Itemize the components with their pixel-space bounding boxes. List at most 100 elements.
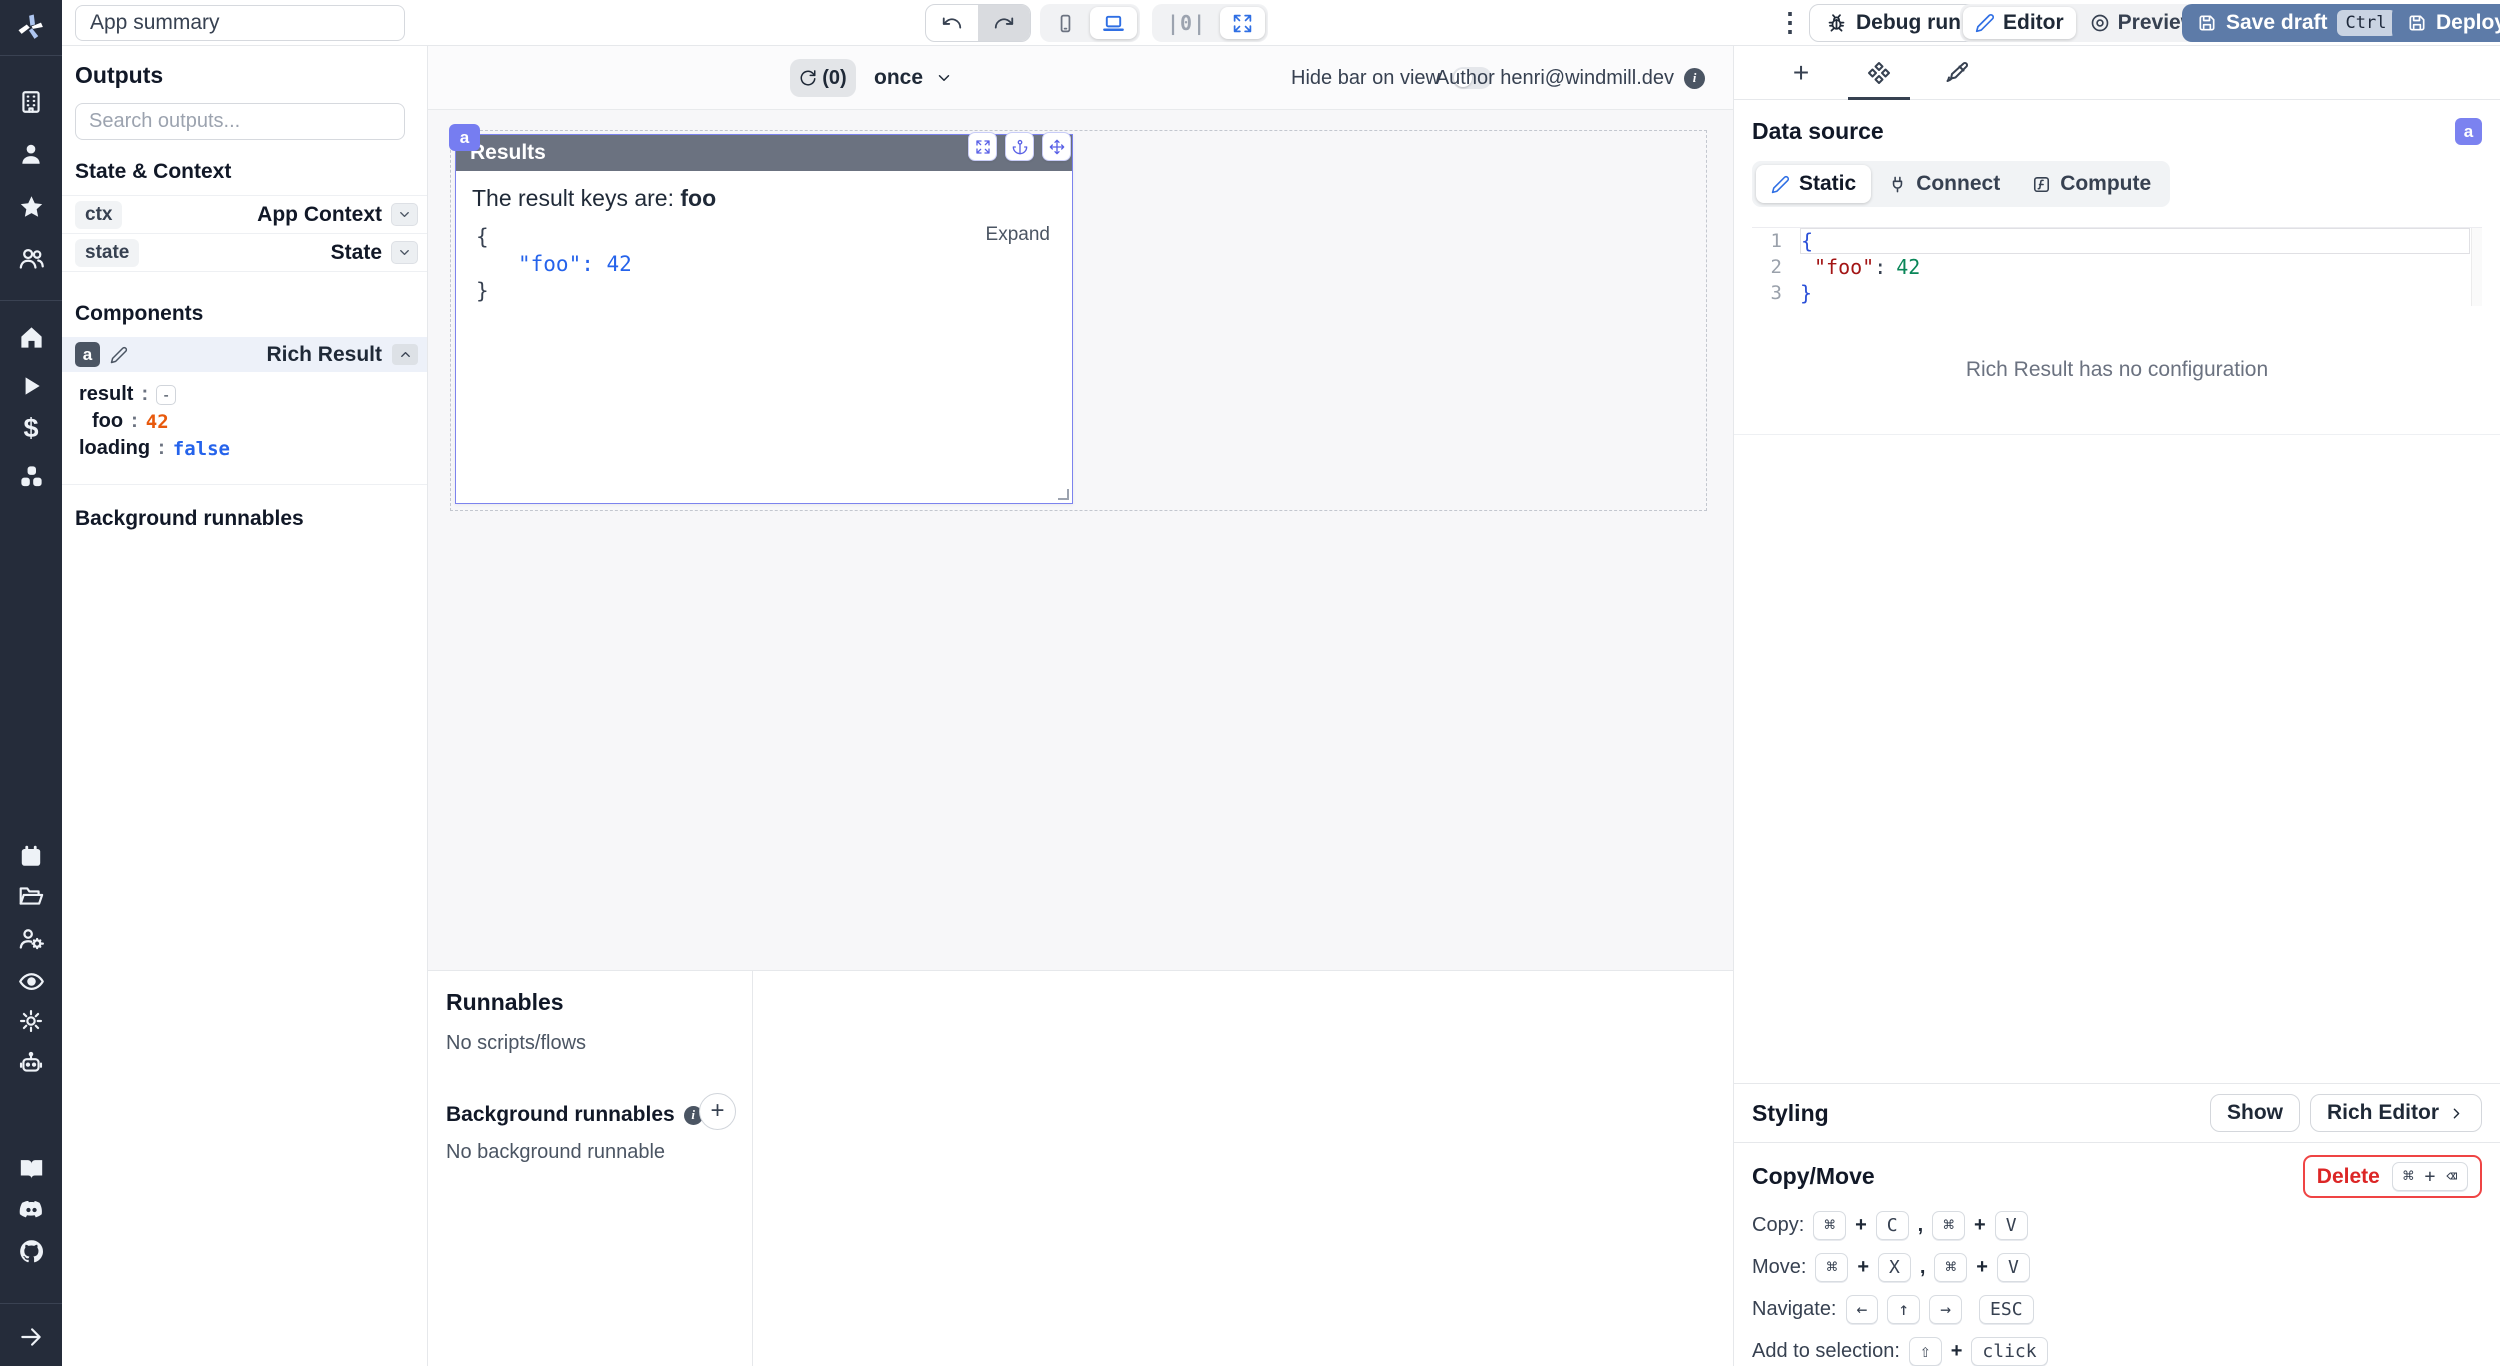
rich-editor-button[interactable]: Rich Editor — [2310, 1094, 2482, 1132]
sidebar-item-users[interactable] — [0, 241, 62, 275]
refresh-icon — [799, 69, 817, 87]
sidebar-expand-arrow-icon[interactable] — [0, 1320, 62, 1354]
component-anchor-button[interactable] — [1005, 132, 1034, 161]
edit-id-pencil-icon[interactable] — [110, 346, 128, 364]
result-json-viewer[interactable]: { "foo": 42 } — [472, 222, 1056, 307]
result-keys-line: The result keys are: foo — [472, 185, 1056, 212]
loading-key: loading — [79, 437, 150, 460]
app-sidebar: $ — [0, 0, 62, 1366]
laptop-icon — [1102, 12, 1125, 35]
state-expand-button[interactable] — [391, 241, 418, 264]
deploy-button[interactable]: Deploy — [2392, 4, 2500, 42]
sidebar-item-groups[interactable] — [0, 921, 62, 955]
copy-move-section: Copy/Move Delete ⌘ + ⌫ Copy: ⌘ + C , ⌘ +… — [1734, 1142, 2500, 1366]
sidebar-item-workspace[interactable] — [0, 85, 62, 119]
static-tab-label: Static — [1799, 172, 1856, 196]
component-collapse-button[interactable] — [392, 344, 418, 365]
windmill-logo[interactable] — [0, 10, 62, 44]
plus-separator: + — [1951, 1340, 1963, 1363]
sidebar-item-github[interactable] — [0, 1234, 62, 1268]
json-code-editor[interactable]: 1 { 2 "foo":42 3 } — [1752, 227, 2482, 306]
component-badge[interactable]: a — [449, 124, 480, 151]
styling-section: Styling Show Rich Editor — [1734, 1083, 2500, 1142]
editor-line-1[interactable]: 1 { — [1752, 228, 2470, 254]
colon: : — [131, 410, 138, 433]
sidebar-item-resources[interactable] — [0, 459, 62, 493]
connect-tab[interactable]: Connect — [1873, 165, 2015, 203]
connect-tab-label: Connect — [1916, 172, 2000, 196]
sidebar-item-runs[interactable] — [0, 369, 62, 403]
output-row-state[interactable]: state State — [62, 234, 427, 272]
sidebar-divider-2 — [0, 1303, 62, 1304]
editor-line-3[interactable]: 3 } — [1752, 280, 2470, 306]
tree-row-result[interactable]: result : - — [79, 381, 427, 408]
kbd-cmd: ⌘ — [1813, 1211, 1846, 1240]
sidebar-item-docs[interactable] — [0, 1151, 62, 1185]
refresh-button[interactable]: (0) — [790, 59, 856, 97]
sidebar-item-favorites[interactable] — [0, 190, 62, 224]
sidebar-item-settings[interactable] — [0, 1004, 62, 1038]
redo-button[interactable] — [978, 5, 1030, 41]
expand-link[interactable]: Expand — [986, 224, 1050, 246]
sidebar-item-discord[interactable] — [0, 1192, 62, 1226]
static-tab[interactable]: Static — [1756, 165, 1871, 203]
sidebar-item-ai[interactable] — [0, 1046, 62, 1080]
tree-row-foo[interactable]: foo : 42 — [79, 408, 427, 435]
pencil-icon — [1771, 175, 1790, 194]
sidebar-item-user[interactable] — [0, 137, 62, 171]
deploy-label: Deploy — [2436, 11, 2500, 35]
collapse-result-button[interactable]: - — [156, 385, 176, 405]
more-menu-button[interactable]: ⋮ — [1775, 7, 1805, 39]
sidebar-item-schedules[interactable] — [0, 839, 62, 873]
sidebar-item-audit[interactable] — [0, 964, 62, 998]
undo-button[interactable] — [926, 5, 978, 41]
component-output-row[interactable]: a Rich Result — [62, 337, 427, 372]
component-id-badge: a — [75, 342, 100, 367]
tree-row-loading[interactable]: loading : false — [79, 435, 427, 462]
rich-result-component[interactable]: a Results The result keys are: foo Expan… — [455, 134, 1073, 504]
app-canvas[interactable]: a Results The result keys are: foo Expan… — [428, 110, 1733, 970]
mobile-view-button[interactable] — [1043, 7, 1088, 39]
app-summary-input[interactable] — [75, 5, 405, 41]
sidebar-item-variables[interactable]: $ — [0, 411, 62, 445]
code-value: 42 — [1896, 255, 1920, 279]
output-row-ctx[interactable]: ctx App Context — [62, 196, 427, 234]
refresh-mode-select[interactable]: once — [874, 59, 953, 97]
component-settings-tab[interactable] — [1840, 46, 1918, 99]
delete-kbd: ⌘ + ⌫ — [2392, 1162, 2468, 1191]
styling-tab[interactable] — [1918, 46, 1996, 99]
data-source-mode-tabs: Static Connect Compute — [1752, 161, 2170, 207]
desktop-view-button[interactable] — [1090, 7, 1137, 39]
compute-tab[interactable]: Compute — [2017, 165, 2166, 203]
component-expand-button[interactable] — [968, 132, 997, 161]
phone-icon — [1055, 13, 1076, 34]
plus-separator: + — [1974, 1214, 1986, 1237]
editor-line-2[interactable]: 2 "foo":42 — [1752, 254, 2470, 280]
show-styling-button[interactable]: Show — [2210, 1094, 2300, 1132]
bug-icon — [1826, 13, 1847, 34]
resize-handle[interactable] — [1058, 489, 1069, 500]
editor-mode-tab[interactable]: Editor — [1963, 7, 2076, 39]
search-outputs-input[interactable] — [75, 103, 405, 140]
info-icon[interactable]: i — [1684, 68, 1705, 89]
kbd-c: C — [1876, 1211, 1909, 1240]
guides-button[interactable]: |0| — [1155, 7, 1218, 39]
add-background-runnable-button[interactable]: + — [699, 1093, 736, 1130]
plus-separator: + — [1857, 1256, 1869, 1279]
plug-icon — [1888, 175, 1907, 194]
preview-eye-icon — [2090, 13, 2110, 33]
save-draft-label: Save draft — [2226, 11, 2328, 35]
ctx-expand-button[interactable] — [391, 203, 418, 226]
bg-runnables-empty-label: No background runnable — [446, 1141, 734, 1164]
fullwidth-button[interactable] — [1220, 7, 1265, 39]
component-move-handle[interactable] — [1042, 132, 1071, 161]
foo-key: foo — [92, 410, 123, 433]
delete-component-button[interactable]: Delete ⌘ + ⌫ — [2303, 1155, 2482, 1198]
editor-scrollbar[interactable] — [2471, 228, 2482, 306]
sidebar-item-home[interactable] — [0, 320, 62, 354]
compute-tab-label: Compute — [2060, 172, 2151, 196]
kbd-shift: ⇧ — [1909, 1337, 1942, 1366]
insert-component-tab[interactable]: + — [1762, 46, 1840, 99]
result-key: result — [79, 383, 133, 406]
sidebar-item-folders[interactable] — [0, 879, 62, 913]
